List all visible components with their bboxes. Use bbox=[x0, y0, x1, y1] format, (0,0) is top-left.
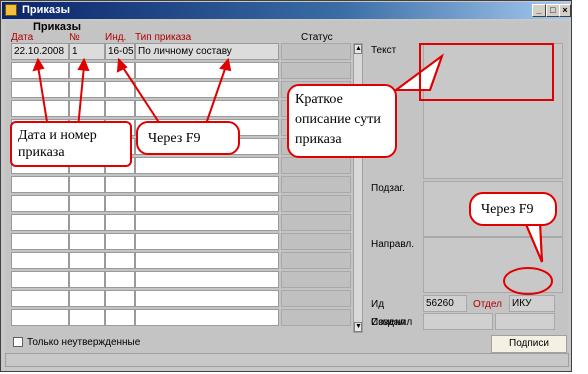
changed-label: Изменил bbox=[371, 317, 413, 328]
dept-label: Отдел bbox=[473, 299, 502, 310]
grid-cell-num[interactable] bbox=[69, 176, 105, 193]
grid-cell-ind[interactable] bbox=[105, 62, 135, 79]
window-title: Приказы bbox=[22, 4, 71, 16]
maximize-button[interactable]: □ bbox=[546, 4, 560, 17]
app-icon bbox=[5, 4, 17, 16]
dept-field[interactable]: ИКУ bbox=[509, 295, 555, 312]
grid-cell-num[interactable] bbox=[69, 100, 105, 117]
grid-cell-num[interactable] bbox=[69, 290, 105, 307]
text-label: Текст bbox=[371, 45, 397, 56]
changed-date-field[interactable] bbox=[495, 313, 555, 330]
grid-cell-status[interactable] bbox=[281, 176, 351, 193]
grid-cell-ind[interactable] bbox=[105, 195, 135, 212]
grid-cell-num[interactable] bbox=[69, 271, 105, 288]
grid-cell-date[interactable] bbox=[11, 214, 69, 231]
grid-cell-ind[interactable] bbox=[105, 81, 135, 98]
grid-cell-date[interactable] bbox=[11, 290, 69, 307]
grid-cell-type[interactable] bbox=[135, 233, 279, 250]
grid-cell-date[interactable] bbox=[11, 62, 69, 79]
title-bar: Приказы _ □ × bbox=[2, 2, 571, 19]
grid-cell-status[interactable] bbox=[281, 195, 351, 212]
close-button[interactable]: × bbox=[559, 4, 571, 17]
grid-cell-type[interactable] bbox=[135, 214, 279, 231]
grid-cell-status[interactable] bbox=[281, 233, 351, 250]
col-status-header: Статус bbox=[301, 32, 333, 43]
grid-cell-num[interactable] bbox=[69, 233, 105, 250]
grid-cell-type[interactable] bbox=[135, 81, 279, 98]
grid-cell-date[interactable] bbox=[11, 309, 69, 326]
callout-f9-left: Через F9 bbox=[136, 121, 240, 155]
grid-cell-num[interactable] bbox=[69, 214, 105, 231]
grid-cell-num[interactable] bbox=[69, 195, 105, 212]
grid-cell-ind[interactable] bbox=[105, 176, 135, 193]
grid-cell-date[interactable] bbox=[11, 195, 69, 212]
grid-cell-num[interactable] bbox=[69, 81, 105, 98]
callout-date-num: Дата и номер приказа bbox=[10, 121, 132, 167]
scroll-down-icon[interactable]: ▼ bbox=[354, 322, 362, 332]
grid-cell-date[interactable] bbox=[11, 271, 69, 288]
grid-cell-ind[interactable] bbox=[105, 214, 135, 231]
col-num-header: № bbox=[69, 32, 80, 43]
grid-cell-status[interactable] bbox=[281, 290, 351, 307]
callout-f9-right: Через F9 bbox=[469, 192, 557, 226]
grid-cell-date[interactable]: 22.10.2008 bbox=[11, 43, 69, 60]
subtitle-label: Подзаг. bbox=[371, 183, 405, 194]
callout-short-desc: Краткое описание сути приказа bbox=[287, 84, 397, 158]
grid-cell-ind[interactable] bbox=[105, 100, 135, 117]
signatures-button[interactable]: Подписи bbox=[491, 335, 567, 353]
scroll-up-icon[interactable]: ▲ bbox=[354, 44, 362, 54]
id-field[interactable]: 56260 bbox=[423, 295, 467, 312]
grid-cell-type[interactable] bbox=[135, 157, 279, 174]
grid-cell-type[interactable] bbox=[135, 62, 279, 79]
grid-cell-type[interactable] bbox=[135, 100, 279, 117]
grid-cell-num[interactable]: 1 bbox=[69, 43, 105, 60]
grid-cell-status[interactable] bbox=[281, 62, 351, 79]
grid-cell-type[interactable]: По личному составу bbox=[135, 43, 279, 60]
col-date-header: Дата bbox=[11, 32, 34, 43]
col-ind-header: Инд. bbox=[105, 32, 127, 43]
grid-cell-date[interactable] bbox=[11, 252, 69, 269]
grid-cell-status[interactable] bbox=[281, 252, 351, 269]
direction-field[interactable] bbox=[423, 237, 563, 293]
direction-label: Направл. bbox=[371, 239, 415, 250]
grid-cell-ind[interactable]: 16-05 bbox=[105, 43, 135, 60]
grid-cell-type[interactable] bbox=[135, 290, 279, 307]
grid-cell-type[interactable] bbox=[135, 195, 279, 212]
status-bar bbox=[5, 353, 569, 367]
grid-cell-status[interactable] bbox=[281, 309, 351, 326]
grid-cell-status[interactable] bbox=[281, 214, 351, 231]
grid-cell-ind[interactable] bbox=[105, 233, 135, 250]
col-type-header: Тип приказа bbox=[135, 32, 192, 43]
id-label: Ид bbox=[371, 299, 385, 310]
grid-cell-num[interactable] bbox=[69, 62, 105, 79]
grid-cell-status[interactable] bbox=[281, 43, 351, 60]
text-highlight-box bbox=[419, 43, 554, 101]
grid-cell-type[interactable] bbox=[135, 176, 279, 193]
grid-cell-date[interactable] bbox=[11, 81, 69, 98]
grid-cell-type[interactable] bbox=[135, 271, 279, 288]
grid-cell-type[interactable] bbox=[135, 309, 279, 326]
grid-cell-status[interactable] bbox=[281, 157, 351, 174]
minimize-button[interactable]: _ bbox=[532, 4, 546, 17]
grid-cell-date[interactable] bbox=[11, 100, 69, 117]
changed-field[interactable] bbox=[423, 313, 493, 330]
grid-cell-ind[interactable] bbox=[105, 290, 135, 307]
grid-cell-date[interactable] bbox=[11, 233, 69, 250]
grid-cell-ind[interactable] bbox=[105, 271, 135, 288]
grid-cell-status[interactable] bbox=[281, 271, 351, 288]
grid-cell-ind[interactable] bbox=[105, 309, 135, 326]
grid-cell-num[interactable] bbox=[69, 252, 105, 269]
grid-cell-date[interactable] bbox=[11, 176, 69, 193]
grid-cell-num[interactable] bbox=[69, 309, 105, 326]
grid-cell-type[interactable] bbox=[135, 252, 279, 269]
unconfirmed-checkbox[interactable] bbox=[13, 337, 23, 347]
unconfirmed-label: Только неутвержденные bbox=[27, 337, 141, 348]
grid-cell-ind[interactable] bbox=[105, 252, 135, 269]
